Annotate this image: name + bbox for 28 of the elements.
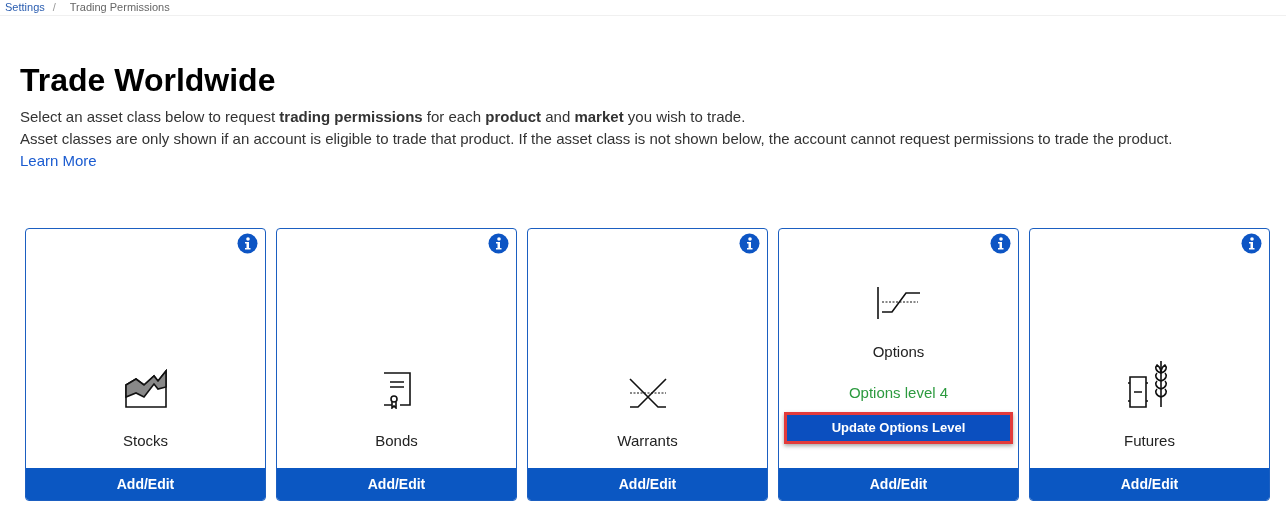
add-edit-button[interactable]: Add/Edit bbox=[528, 468, 767, 500]
add-edit-button[interactable]: Add/Edit bbox=[26, 468, 265, 500]
asset-name: Options bbox=[872, 342, 925, 362]
options-level-text: Options level 4 bbox=[848, 382, 949, 403]
asset-name: Warrants bbox=[617, 430, 678, 451]
crossed-lines-icon bbox=[627, 376, 668, 409]
info-icon[interactable] bbox=[1241, 233, 1262, 254]
breadcrumb-separator: / bbox=[52, 0, 56, 16]
info-icon[interactable] bbox=[488, 233, 509, 254]
learn-more-link[interactable]: Learn More bbox=[20, 152, 97, 169]
info-icon[interactable] bbox=[739, 233, 760, 254]
add-edit-button[interactable]: Add/Edit bbox=[1030, 468, 1269, 500]
description-text: Select an asset class below to request trading permissions for each product and market you wish to trade. bbox=[20, 107, 747, 127]
add-edit-button[interactable]: Add/Edit bbox=[779, 468, 1018, 500]
area-chart-icon bbox=[123, 368, 168, 409]
breadcrumb-current: Trading Permissions bbox=[69, 0, 170, 16]
asset-name: Futures bbox=[1124, 430, 1175, 451]
page-title: Trade Worldwide bbox=[20, 61, 277, 100]
asset-name: Bonds bbox=[375, 430, 418, 451]
asset-name: Stocks bbox=[123, 430, 168, 451]
info-icon[interactable] bbox=[237, 233, 258, 254]
info-icon[interactable] bbox=[990, 233, 1011, 254]
certificate-icon bbox=[381, 370, 412, 409]
add-edit-button[interactable]: Add/Edit bbox=[277, 468, 516, 500]
description-text: Asset classes are only shown if an account is eligible to trade that product. If the asset class is not shown below, the account cannot request permissions to trade the product. bbox=[20, 129, 1174, 149]
payoff-diagram-icon bbox=[875, 286, 922, 320]
update-options-level-button[interactable]: Update Options Level bbox=[784, 412, 1013, 444]
breadcrumb-link[interactable]: Settings bbox=[5, 0, 45, 16]
